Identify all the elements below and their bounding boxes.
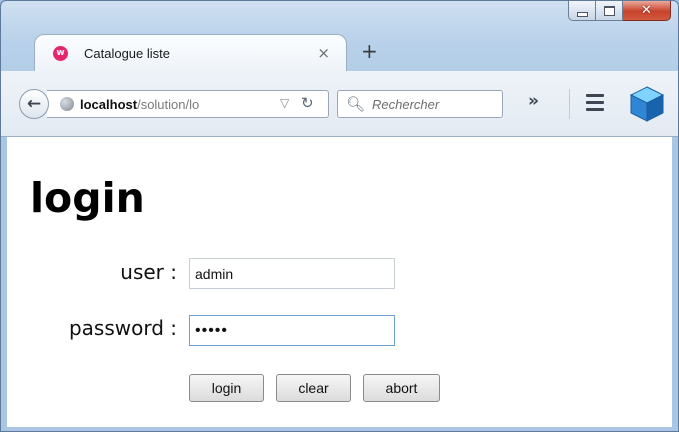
tab-title: Catalogue liste (84, 46, 170, 61)
close-window-button[interactable]: ✕ (623, 1, 671, 21)
minimize-button[interactable] (568, 1, 596, 21)
page-content: login user : password : login clear abor… (7, 137, 672, 427)
user-input[interactable] (189, 258, 395, 289)
password-input[interactable] (189, 315, 395, 346)
cube-addon-icon[interactable] (629, 85, 665, 123)
maximize-icon (603, 5, 615, 16)
maximize-button[interactable] (596, 1, 623, 21)
url-path: /solution/lo (137, 97, 200, 112)
window-controls: ✕ (568, 1, 671, 22)
search-bar[interactable]: 🔍︎ Rechercher (337, 90, 503, 118)
new-tab-icon[interactable]: + (361, 41, 378, 61)
overflow-chevron-icon[interactable]: » (528, 91, 539, 111)
abort-button[interactable]: abort (363, 374, 440, 402)
back-button[interactable]: ← (19, 89, 49, 119)
minimize-icon (576, 12, 588, 17)
search-icon: 🔍︎ (346, 95, 366, 113)
user-label: user : (120, 260, 177, 284)
clear-button[interactable]: clear (276, 374, 351, 402)
navigation-toolbar: localhost/solution/lo ▽ ↻ ← 🔍︎ Recherche… (1, 71, 678, 137)
url-text: localhost/solution/lo (80, 97, 199, 112)
toolbar-divider (569, 89, 570, 119)
hamburger-menu-icon[interactable] (586, 94, 604, 115)
wamp-favicon-icon: w (53, 46, 68, 61)
url-bar[interactable]: localhost/solution/lo ▽ ↻ (47, 90, 329, 118)
close-icon: ✕ (641, 3, 652, 18)
browser-window: ✕ w Catalogue liste × + localhost/soluti… (0, 0, 679, 432)
password-label: password : (68, 316, 177, 340)
page-title: login (30, 174, 145, 222)
url-dropdown-icon[interactable]: ▽ (280, 96, 289, 110)
tab-close-icon[interactable]: × (317, 44, 330, 62)
tab-catalogue-liste[interactable]: w Catalogue liste × (34, 34, 347, 72)
url-host: localhost (80, 97, 138, 112)
search-placeholder: Rechercher (372, 97, 440, 112)
reload-icon[interactable]: ↻ (301, 94, 314, 112)
back-arrow-icon: ← (26, 94, 42, 114)
login-button[interactable]: login (189, 374, 264, 402)
globe-icon (60, 97, 74, 111)
